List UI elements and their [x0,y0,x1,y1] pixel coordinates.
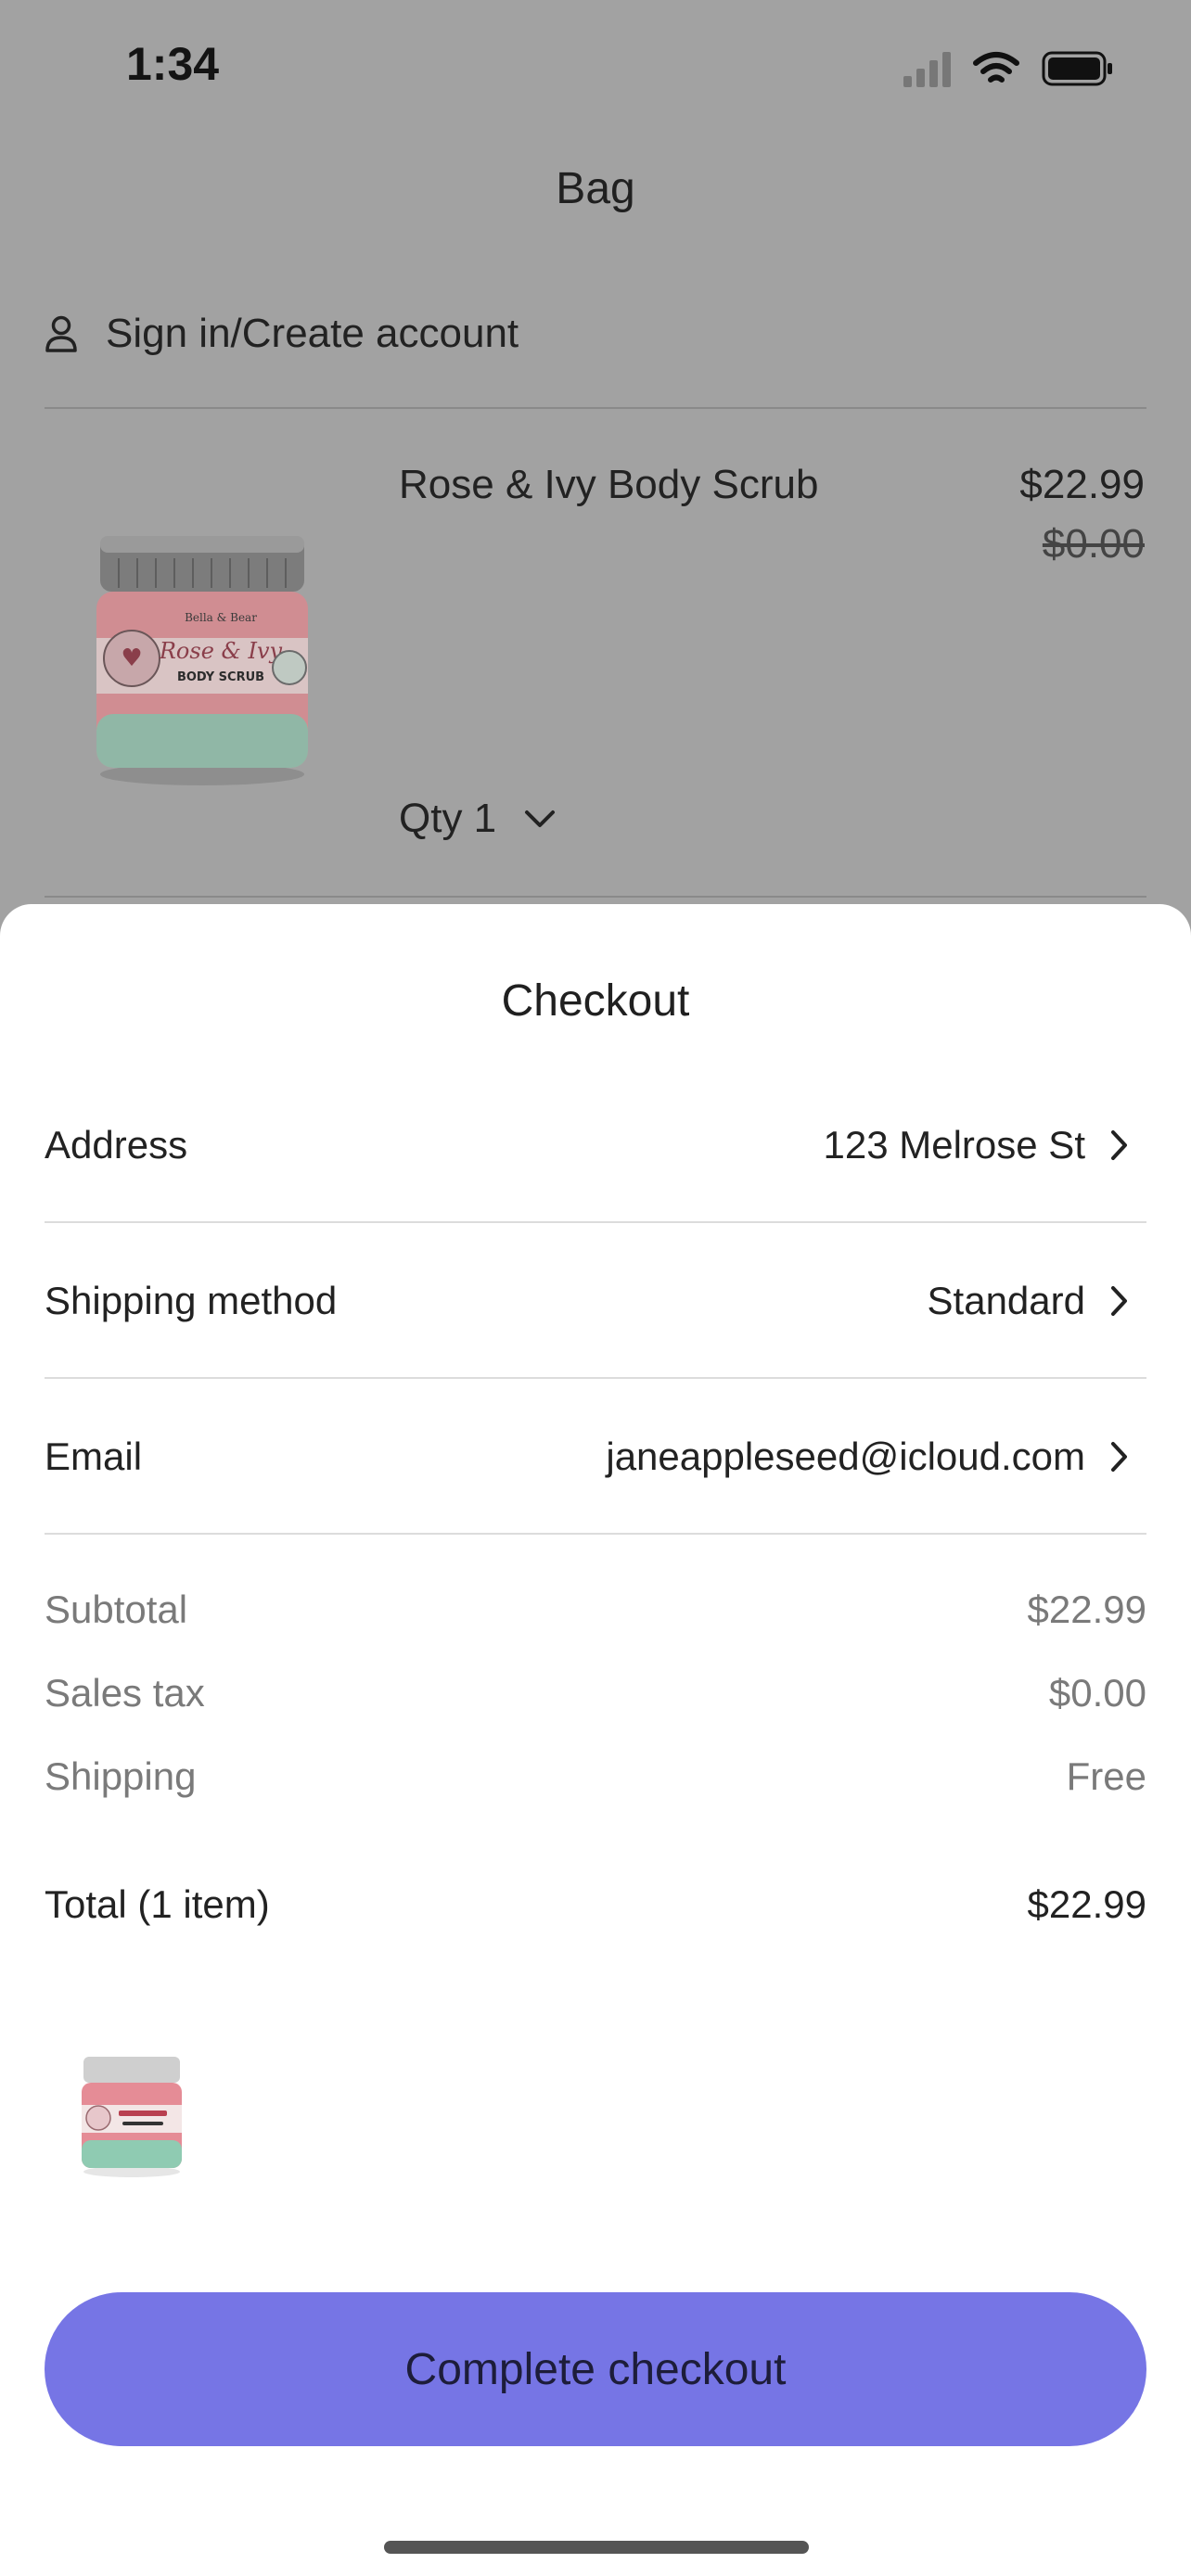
battery-icon [1042,51,1112,86]
signin-label: Sign in/Create account [106,311,519,356]
address-value: 123 Melrose St [823,1123,1085,1167]
product-name: Rose & Ivy Body Scrub [399,462,819,507]
chevron-right-icon [1111,1442,1127,1472]
summary-label: Sales tax [45,1671,205,1715]
row-label: Address [45,1123,188,1167]
signal-icon [903,52,951,87]
svg-text:♥: ♥ [121,644,142,672]
status-time: 1:34 [126,38,220,90]
cart-item-thumbnail [82,2057,182,2177]
complete-checkout-button[interactable]: Complete checkout [45,2292,1146,2446]
summary-label: Subtotal [45,1588,188,1631]
summary-label: Shipping [45,1754,197,1798]
chevron-right-icon [1111,1130,1127,1160]
checkout-title: Checkout [501,976,690,1026]
divider [45,1221,1146,1223]
divider [45,896,1146,898]
total-value: $22.99 [1027,1882,1146,1926]
product-image: ♥ Bella & Bear Rose & Ivy BODY SCRUB [96,536,308,785]
email-row[interactable]: Email janeappleseed@icloud.com [45,1380,1146,1534]
total-label: Total (1 item) [45,1882,270,1926]
product-image-line2: BODY SCRUB [177,670,264,684]
complete-checkout-label: Complete checkout [404,2344,787,2394]
person-icon [45,315,77,352]
shipping-method-value: Standard [927,1279,1085,1322]
divider [45,407,1146,409]
summary-value: $22.99 [1027,1588,1146,1631]
subtotal-line: Subtotal $22.99 [45,1588,1146,1632]
chevron-right-icon [1111,1286,1127,1316]
quantity-label: Qty 1 [399,796,497,841]
summary-value: $0.00 [1048,1671,1146,1715]
product-original-price: $0.00 [1042,521,1145,567]
product-image-brand: Bella & Bear [185,611,257,624]
summary-value: Free [1066,1754,1146,1798]
shipping-line: Shipping Free [45,1754,1146,1799]
total-line: Total (1 item) $22.99 [45,1882,1146,1927]
row-label: Shipping method [45,1279,338,1322]
row-label: Email [45,1435,143,1478]
quantity-selector[interactable]: Qty 1 [399,796,556,842]
product-image-line1: Rose & Ivy [159,638,283,664]
signin-link[interactable]: Sign in/Create account [45,306,519,362]
sales-tax-line: Sales tax $0.00 [45,1671,1146,1715]
bag-title: Bag [556,164,635,213]
divider [45,1377,1146,1379]
wifi-icon [973,52,1019,83]
chevron-down-icon [525,810,556,827]
home-indicator [384,2541,809,2554]
product-price: $22.99 [1019,462,1145,507]
email-value: janeappleseed@icloud.com [606,1435,1085,1478]
address-row[interactable]: Address 123 Melrose St [45,1068,1146,1222]
divider [45,1533,1146,1535]
shipping-method-row[interactable]: Shipping method Standard [45,1224,1146,1378]
status-icons [903,51,1112,87]
